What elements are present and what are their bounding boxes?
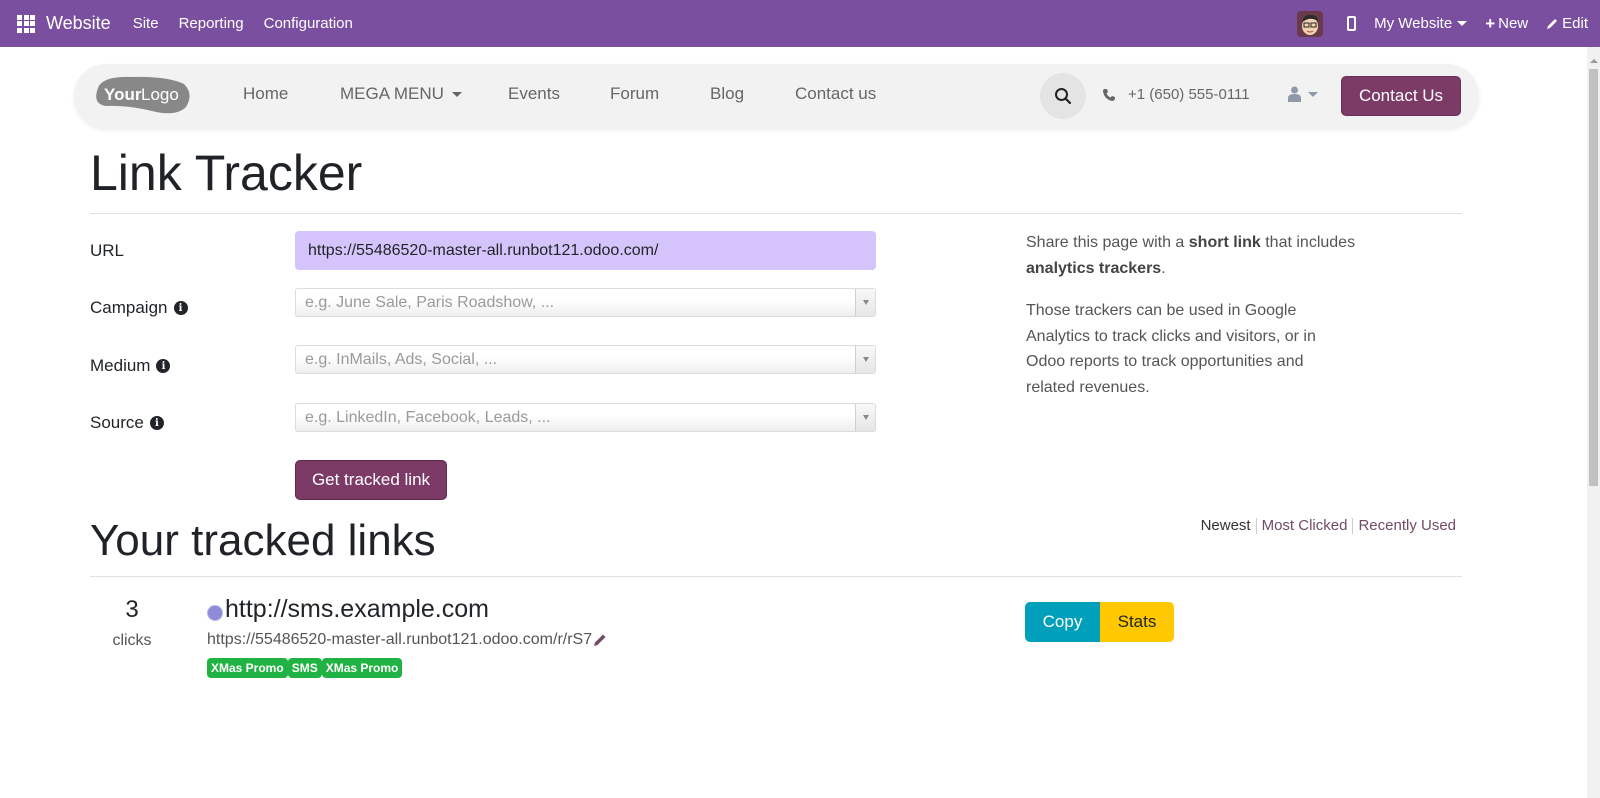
copy-button[interactable]: Copy: [1025, 602, 1100, 642]
user-menu-dropdown[interactable]: [1288, 86, 1318, 102]
sidebar-bold-analytics: analytics trackers: [1026, 259, 1162, 277]
pencil-icon[interactable]: [593, 633, 607, 647]
dropdown-arrow-icon[interactable]: [855, 404, 875, 431]
stats-button[interactable]: Stats: [1100, 602, 1174, 642]
app-name[interactable]: Website: [46, 13, 111, 34]
search-button[interactable]: [1040, 73, 1086, 119]
chevron-down-icon: [451, 91, 462, 97]
source-select[interactable]: e.g. LinkedIn, Facebook, Leads, ...: [295, 403, 876, 432]
scrollbar-thumb[interactable]: [1589, 69, 1598, 486]
title-divider: [90, 213, 1462, 214]
nav-contact-us[interactable]: Contact us: [795, 84, 876, 104]
scroll-up-arrow-icon[interactable]: [1590, 59, 1598, 63]
campaign-label-text: Campaign: [90, 298, 168, 317]
sidebar-text-part: .: [1161, 259, 1166, 277]
medium-select[interactable]: e.g. InMails, Ads, Social, ...: [295, 345, 876, 374]
nav-blog[interactable]: Blog: [710, 84, 744, 104]
menu-reporting[interactable]: Reporting: [179, 15, 244, 32]
edit-label: Edit: [1562, 15, 1588, 32]
nav-mega-menu[interactable]: MEGA MENU: [340, 84, 462, 104]
pencil-icon: [1547, 19, 1558, 29]
divider: [1255, 517, 1257, 534]
globe-icon: [207, 604, 223, 621]
medium-label-text: Medium: [90, 356, 151, 375]
vertical-scrollbar[interactable]: [1587, 47, 1600, 798]
edit-button[interactable]: Edit: [1546, 15, 1588, 32]
sort-most-clicked[interactable]: Most Clicked: [1262, 517, 1348, 534]
url-label-text: URL: [90, 241, 125, 260]
source-placeholder: e.g. LinkedIn, Facebook, Leads, ...: [305, 408, 551, 426]
get-tracked-link-button[interactable]: Get tracked link: [295, 460, 447, 500]
website-header: Your Logo Home MEGA MENU Events Forum Bl…: [74, 64, 1479, 128]
phone-icon: [1103, 88, 1115, 101]
dropdown-arrow-icon[interactable]: [855, 346, 875, 373]
info-icon[interactable]: i: [149, 416, 164, 430]
medium-placeholder: e.g. InMails, Ads, Social, ...: [305, 350, 498, 368]
site-logo[interactable]: Your Logo: [92, 74, 192, 116]
dropdown-arrow-icon[interactable]: [855, 289, 875, 316]
logo-text-light: Logo: [141, 85, 179, 104]
odoo-top-bar: Website Site Reporting Configuration My …: [0, 0, 1600, 47]
menu-site[interactable]: Site: [133, 15, 159, 32]
new-label: New: [1498, 15, 1529, 32]
chevron-down-icon: [1308, 91, 1318, 97]
campaign-placeholder: e.g. June Sale, Paris Roadshow, ...: [305, 293, 555, 311]
sort-newest[interactable]: Newest: [1201, 517, 1251, 534]
url-input[interactable]: [295, 231, 876, 270]
campaign-label: Campaign i: [90, 298, 188, 318]
user-icon: [1288, 86, 1301, 102]
user-avatar[interactable]: [1297, 10, 1324, 37]
search-icon: [1055, 88, 1072, 105]
phone-contact[interactable]: +1 (650) 555-0111: [1102, 86, 1250, 103]
plus-icon: +: [1485, 13, 1496, 33]
nav-events[interactable]: Events: [508, 84, 560, 104]
tracked-links-title: Your tracked links: [90, 516, 436, 565]
tag-badge: XMas Promo: [321, 658, 403, 678]
source-label: Source i: [90, 413, 164, 433]
divider: [1352, 517, 1354, 534]
tracked-link-title[interactable]: http://sms.example.com: [207, 595, 489, 624]
info-icon[interactable]: i: [156, 359, 171, 373]
nav-forum[interactable]: Forum: [610, 84, 659, 104]
sort-recently-used[interactable]: Recently Used: [1358, 517, 1456, 534]
tag-badge: SMS: [287, 658, 322, 678]
nav-home[interactable]: Home: [243, 84, 288, 104]
short-url: https://55486520-master-all.runbot121.od…: [207, 631, 607, 649]
page-title: Link Tracker: [90, 145, 363, 201]
mobile-preview-icon[interactable]: [1347, 16, 1357, 31]
sort-options: Newest Most Clicked Recently Used: [1201, 517, 1456, 534]
chevron-down-icon: [1457, 21, 1468, 26]
sidebar-bold-short-link: short link: [1188, 234, 1261, 251]
source-label-text: Source: [90, 413, 144, 432]
campaign-select[interactable]: e.g. June Sale, Paris Roadshow, ...: [295, 288, 876, 317]
click-count-label: clicks: [112, 632, 152, 649]
phone-number: +1 (650) 555-0111: [1128, 86, 1250, 103]
sidebar-description: Those trackers can be used in Google Ana…: [1026, 302, 1316, 396]
tracked-divider: [90, 576, 1462, 577]
tracked-link-url: http://sms.example.com: [225, 595, 489, 623]
url-label: URL: [90, 241, 124, 261]
sidebar-text-part: Share this page with a: [1026, 234, 1189, 251]
menu-configuration[interactable]: Configuration: [264, 15, 353, 32]
tag-list: XMas Promo SMS XMas Promo: [207, 658, 403, 678]
sidebar-intro-text: Share this page with a short link that i…: [1026, 230, 1356, 281]
apps-menu-icon[interactable]: [14, 12, 38, 36]
medium-label: Medium i: [90, 356, 171, 376]
nav-mega-menu-label: MEGA MENU: [340, 84, 444, 103]
tag-badge: XMas Promo: [207, 658, 288, 678]
sidebar-text-part: that includes: [1260, 234, 1356, 251]
short-url-text: https://55486520-master-all.runbot121.od…: [207, 631, 593, 648]
contact-us-button[interactable]: Contact Us: [1341, 76, 1461, 116]
new-button[interactable]: + New: [1485, 14, 1528, 34]
click-count: 3: [125, 596, 139, 623]
info-icon[interactable]: i: [173, 301, 188, 315]
logo-text-bold: Your: [104, 85, 142, 104]
website-selector-label: My Website: [1374, 15, 1453, 32]
website-selector[interactable]: My Website: [1374, 15, 1468, 32]
